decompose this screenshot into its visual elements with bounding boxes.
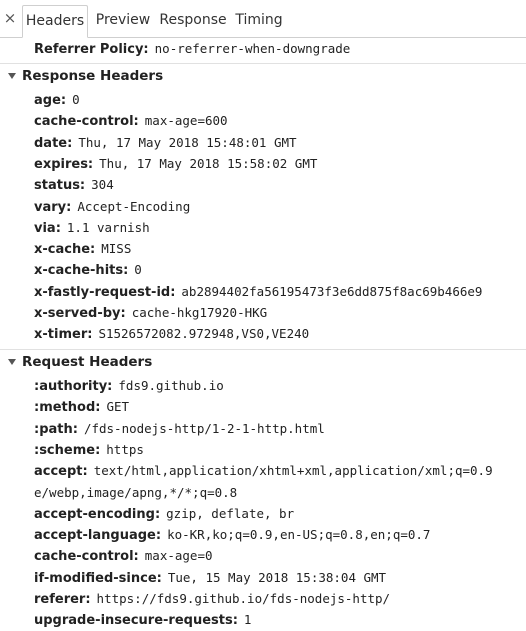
header-value: MISS (101, 241, 132, 257)
header-key: expires: (34, 156, 94, 172)
response-headers-section-title[interactable]: Response Headers (0, 63, 526, 89)
header-value: S1526572082.972948,VS0,VE240 (98, 326, 310, 342)
section-title-label: Request Headers (22, 354, 153, 370)
header-key: status: (34, 178, 86, 194)
header-value: fds9.github.io (118, 378, 224, 393)
header-row: date: Thu, 17 May 2018 15:48:01 GMT (34, 132, 297, 153)
header-key: :authority: (34, 379, 113, 394)
expand-triangle-icon (8, 73, 16, 79)
header-row: x-cache-hits: 0 (34, 259, 142, 280)
header-value: text/html,application/xhtml+xml,applicat… (93, 463, 493, 479)
header-value: max-age=600 (144, 113, 228, 129)
header-value: Thu, 17 May 2018 15:58:02 GMT (99, 155, 318, 171)
header-row: accept-encoding: gzip, deflate, br (34, 503, 294, 524)
header-row: cache-control: max-age=600 (34, 110, 228, 131)
tab-headers[interactable]: Headers (22, 5, 88, 38)
tab-response[interactable]: Response (156, 5, 230, 37)
header-key: via: (34, 220, 61, 236)
header-row: age: 0 (34, 89, 80, 110)
header-value: https://fds9.github.io/fds-nodejs-http/ (96, 591, 391, 606)
header-key: date: (34, 135, 73, 151)
header-value: 304 (91, 177, 114, 193)
section-title-label: Response Headers (22, 68, 164, 84)
header-value: cache-hkg17920-HKG (131, 305, 268, 320)
header-value: no-referrer-when-downgrade (154, 41, 351, 56)
header-key: x-served-by: (34, 306, 126, 321)
header-key: :scheme: (34, 442, 101, 458)
header-key: accept-encoding: (34, 506, 161, 522)
header-row: via: 1.1 varnish (34, 217, 150, 238)
header-row: upgrade-insecure-requests: 1 (34, 609, 251, 630)
tab-preview[interactable]: Preview (92, 5, 154, 37)
header-row: :scheme: https (34, 439, 144, 460)
header-key: :method: (34, 400, 101, 416)
header-key: cache-control: (34, 114, 139, 130)
header-key: if-modified-since: (34, 570, 162, 586)
header-key: vary: (34, 199, 72, 215)
header-row: accept: text/html,application/xhtml+xml,a… (34, 460, 493, 481)
header-row: x-served-by: cache-hkg17920-HKG (34, 302, 267, 323)
header-row: :path: /fds-nodejs-http/1-2-1-http.html (34, 418, 325, 439)
header-key: referer: (34, 592, 91, 607)
header-key: x-cache-hits: (34, 263, 129, 279)
tab-timing[interactable]: Timing (232, 5, 286, 37)
header-row: x-fastly-request-id: ab2894402fa56195473f… (34, 281, 482, 302)
header-row-referrer-policy: Referrer Policy: no-referrer-when-downgra… (34, 38, 350, 59)
header-row: :authority: fds9.github.io (34, 375, 224, 396)
header-value: 1 (243, 612, 252, 628)
header-row: e/webp,image/apng,*/*;q=0.8 (34, 482, 237, 503)
expand-triangle-icon (8, 359, 16, 365)
header-row: cache-control: max-age=0 (34, 545, 213, 566)
header-row: expires: Thu, 17 May 2018 15:58:02 GMT (34, 153, 317, 174)
header-row: if-modified-since: Tue, 15 May 2018 15:38… (34, 567, 386, 588)
header-key: accept-language: (34, 528, 162, 544)
header-value: Tue, 15 May 2018 15:38:04 GMT (167, 569, 387, 585)
header-value: https (106, 441, 144, 457)
header-value: ab2894402fa56195473f3e6dd875f8ac69b466e9 (181, 283, 483, 299)
header-key: x-cache: (34, 242, 96, 258)
header-key: age: (34, 93, 67, 108)
header-row: x-timer: S1526572082.972948,VS0,VE240 (34, 323, 309, 344)
header-row: referer: https://fds9.github.io/fds-nodej… (34, 588, 390, 609)
header-row: vary: Accept-Encoding (34, 196, 190, 217)
request-headers-section-title[interactable]: Request Headers (0, 349, 526, 375)
header-value: Accept-Encoding (77, 198, 191, 214)
header-value: e/webp,image/apng,*/*;q=0.8 (34, 484, 238, 500)
header-value: ko-KR,ko;q=0.9,en-US;q=0.8,en;q=0.7 (167, 527, 431, 543)
header-row: accept-language: ko-KR,ko;q=0.9,en-US;q=0… (34, 524, 430, 545)
header-value: 0 (134, 262, 142, 278)
header-key: upgrade-insecure-requests: (34, 613, 238, 629)
header-key: x-fastly-request-id: (34, 284, 176, 300)
header-value: 1.1 varnish (66, 219, 150, 235)
header-key: Referrer Policy: (34, 42, 149, 57)
header-key: :path: (34, 421, 78, 437)
header-value: max-age=0 (144, 548, 213, 564)
header-value: /fds-nodejs-http/1-2-1-http.html (83, 420, 325, 436)
header-row: status: 304 (34, 174, 114, 195)
header-key: x-timer: (34, 327, 93, 343)
header-key: accept: (34, 464, 88, 480)
header-row: :method: GET (34, 396, 129, 417)
header-value: Thu, 17 May 2018 15:48:01 GMT (78, 134, 297, 150)
header-value: gzip, deflate, br (166, 505, 295, 521)
close-icon[interactable]: × (0, 0, 20, 37)
header-key: cache-control: (34, 549, 139, 565)
header-value: GET (106, 399, 130, 415)
devtools-tab-bar: × Headers Preview Response Timing (0, 0, 526, 38)
header-value: 0 (72, 92, 80, 107)
header-row: x-cache: MISS (34, 238, 131, 259)
